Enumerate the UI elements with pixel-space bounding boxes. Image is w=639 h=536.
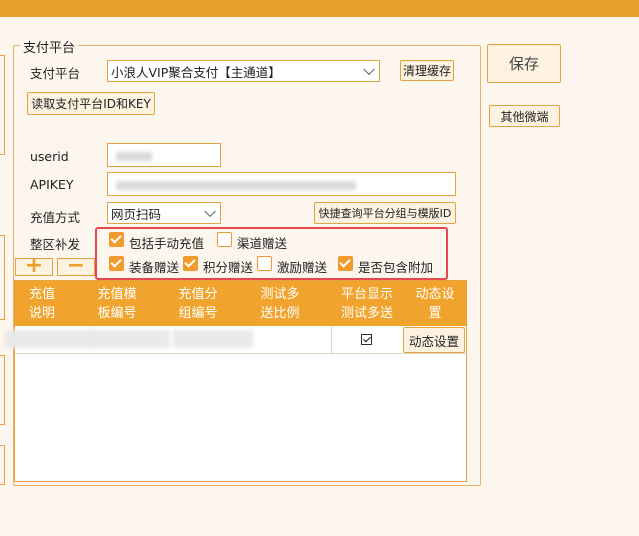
column-header: 充值模 板编号	[97, 287, 137, 321]
dynamic-settings-button[interactable]: 动态设置	[403, 327, 465, 353]
option-checkbox[interactable]	[109, 232, 124, 247]
show-test-checkbox[interactable]	[361, 334, 372, 345]
redacted-cell	[5, 330, 95, 348]
save-button-label: 保存	[508, 55, 539, 73]
option-label: 包括手动充值	[129, 236, 205, 251]
recharge-method-label: 充值方式	[30, 210, 81, 225]
add-row-button[interactable]: +	[15, 255, 53, 277]
top-bar	[0, 0, 639, 17]
redacted-value	[116, 152, 152, 161]
option-label: 激励赠送	[277, 260, 328, 275]
option-checkbox[interactable]	[338, 256, 353, 271]
column-header: 充值分 组编号	[178, 287, 218, 321]
option-checkbox[interactable]	[183, 256, 198, 271]
read-platform-id-button[interactable]: 读取支付平台ID和KEY	[27, 92, 155, 115]
userid-label: userid	[30, 149, 69, 164]
option-label: 是否包含附加	[358, 260, 434, 275]
recharge-method-value: 网页扫码	[111, 206, 162, 222]
chevron-down-icon	[204, 205, 216, 218]
option-checkbox[interactable]	[257, 256, 272, 271]
option-label: 渠道赠送	[237, 236, 288, 251]
left-panel-edge	[0, 355, 5, 425]
redacted-cell	[90, 330, 170, 348]
clear-cache-button[interactable]: 清理缓存	[400, 60, 454, 81]
remove-row-button[interactable]: −	[57, 255, 95, 277]
platform-label: 支付平台	[30, 66, 81, 81]
table-row[interactable]: 动态设置	[5, 326, 466, 354]
left-panel-edge	[0, 445, 5, 485]
platform-select[interactable]: 小浪人VIP聚合支付【主通道】	[107, 60, 380, 82]
bonus-reissue-label: 整区补发	[30, 237, 81, 252]
quick-query-button[interactable]: 快捷查询平台分组与模版ID	[314, 202, 456, 224]
apikey-label: APIKEY	[30, 177, 74, 192]
userid-field[interactable]	[107, 143, 221, 167]
redacted-cell	[173, 330, 253, 348]
option-label: 装备赠送	[129, 260, 180, 275]
column-header: 平台显示 测试多送	[340, 287, 393, 321]
group-title: 支付平台	[20, 37, 79, 56]
column-header: 测试多 送比例	[260, 287, 300, 321]
other-wechat-button[interactable]: 其他微端	[489, 105, 560, 127]
column-header: 充值 说明	[28, 287, 55, 321]
left-panel-edge	[0, 55, 5, 155]
column-header: 动态设置	[415, 287, 455, 321]
option-checkbox[interactable]	[217, 232, 232, 247]
left-panel-edge	[0, 235, 5, 320]
platform-selected-value: 小浪人VIP聚合支付【主通道】	[111, 64, 281, 80]
redacted-value	[116, 181, 356, 190]
option-label: 积分赠送	[203, 260, 254, 275]
save-button[interactable]: 保存	[487, 44, 561, 83]
recharge-method-select[interactable]: 网页扫码	[107, 202, 221, 224]
table-header: 充值 说明 充值模 板编号 充值分 组编号 测试多 送比例 平台显示 测试多送 动态设置	[15, 281, 466, 326]
apikey-field[interactable]	[107, 172, 456, 196]
chevron-down-icon	[363, 63, 375, 76]
cell-divider	[331, 326, 332, 354]
bonus-table: 充值 说明 充值模 板编号 充值分 组编号 测试多 送比例 平台显示 测试多送 动态设置 …	[5, 280, 467, 482]
option-checkbox[interactable]	[109, 256, 124, 271]
